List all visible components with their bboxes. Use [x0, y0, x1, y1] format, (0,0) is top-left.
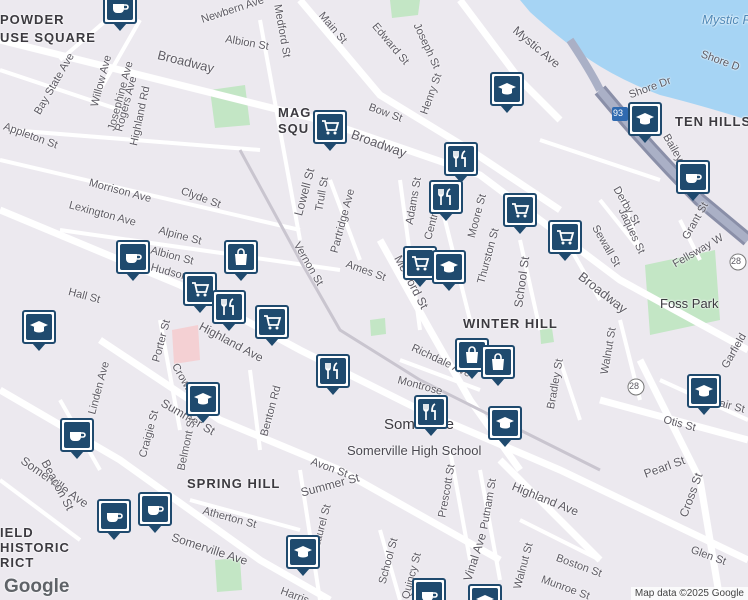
restaurant-pin[interactable] [212, 290, 246, 331]
coffee-pin[interactable] [412, 578, 446, 600]
coffee-icon [107, 0, 133, 20]
school-pin[interactable] [687, 374, 721, 415]
shopping-cart-pin[interactable] [503, 193, 537, 234]
coffee-pin[interactable] [103, 0, 137, 31]
shopping-cart-icon [552, 224, 578, 250]
coffee-pin[interactable] [676, 160, 710, 201]
restaurant-pin[interactable] [414, 395, 448, 436]
school-icon [26, 314, 52, 340]
shopping-cart-icon [507, 197, 533, 223]
shopping-cart-icon [317, 114, 343, 140]
school-pin[interactable] [488, 406, 522, 447]
restaurant-pin[interactable] [429, 180, 463, 221]
restaurant-icon [448, 146, 474, 172]
shopping-cart-pin[interactable] [255, 305, 289, 346]
school-pin[interactable] [186, 382, 220, 423]
school-pin[interactable] [22, 310, 56, 351]
shopping-cart-icon [187, 276, 213, 302]
restaurant-icon [418, 399, 444, 425]
school-icon [290, 539, 316, 565]
coffee-icon [142, 496, 168, 522]
coffee-pin[interactable] [138, 492, 172, 533]
map-canvas[interactable]: POWDER USE SQUARE MAG SQU TEN HILLS WINT… [0, 0, 748, 600]
shopping-cart-pin[interactable] [548, 220, 582, 261]
shopping-bag-pin[interactable] [481, 345, 515, 386]
shopping-bag-pin[interactable] [224, 240, 258, 281]
school-pin[interactable] [286, 535, 320, 576]
school-pin[interactable] [628, 102, 662, 143]
school-icon [632, 106, 658, 132]
shopping-cart-icon [259, 309, 285, 335]
shopping-bag-icon [228, 244, 254, 270]
coffee-pin[interactable] [116, 240, 150, 281]
school-pin[interactable] [468, 584, 502, 600]
shopping-cart-pin[interactable] [313, 110, 347, 151]
school-icon [492, 410, 518, 436]
map-attribution[interactable]: Map data ©2025 Google [630, 587, 748, 600]
school-icon [472, 588, 498, 600]
coffee-icon [416, 582, 442, 600]
coffee-icon [120, 244, 146, 270]
coffee-icon [680, 164, 706, 190]
school-icon [436, 254, 462, 280]
school-pin[interactable] [432, 250, 466, 291]
google-logo[interactable]: Google [4, 576, 69, 598]
school-icon [691, 378, 717, 404]
coffee-pin[interactable] [60, 418, 94, 459]
coffee-pin[interactable] [97, 499, 131, 540]
school-icon [494, 76, 520, 102]
shopping-bag-icon [485, 349, 511, 375]
restaurant-icon [216, 294, 242, 320]
school-pin[interactable] [490, 72, 524, 113]
coffee-icon [101, 503, 127, 529]
restaurant-pin[interactable] [316, 354, 350, 395]
shopping-cart-icon [407, 250, 433, 276]
restaurant-pin[interactable] [444, 142, 478, 183]
restaurant-icon [433, 184, 459, 210]
school-icon [190, 386, 216, 412]
coffee-icon [64, 422, 90, 448]
restaurant-icon [320, 358, 346, 384]
